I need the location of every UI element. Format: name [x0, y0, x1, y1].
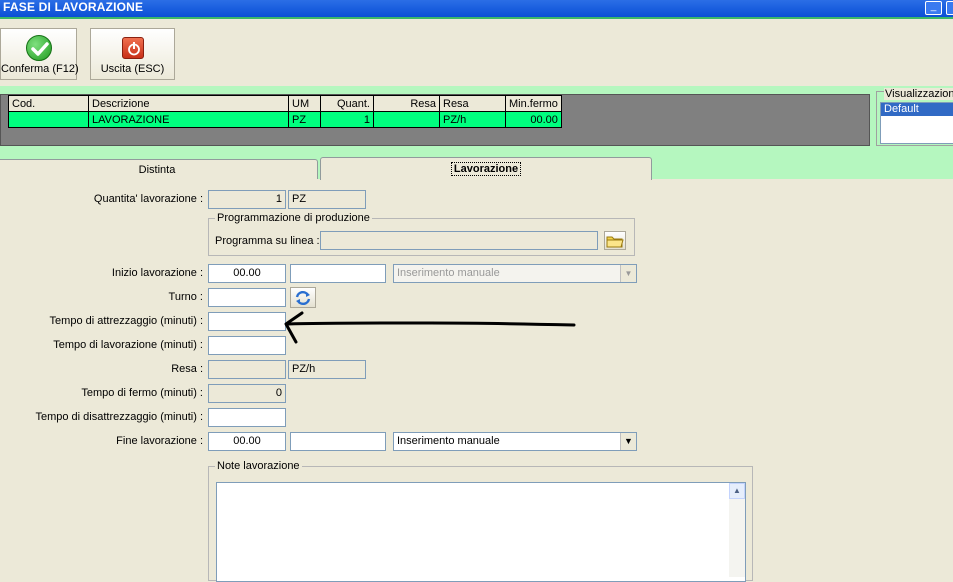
col-min-fermo[interactable]: Min.fermo [505, 95, 562, 112]
confirm-button[interactable]: Conferma (F12) [0, 28, 79, 80]
col-resa-um[interactable]: Resa [439, 95, 506, 112]
lavorazione-input[interactable] [208, 336, 286, 355]
turno-refresh-button[interactable] [290, 287, 316, 308]
arrow-annotation [284, 311, 576, 344]
visualizzazione-selected[interactable]: Default [881, 103, 953, 116]
note-scrollbar[interactable]: ▲ [729, 483, 745, 577]
lavorazione-label: Tempo di lavorazione (minuti) : [53, 339, 203, 351]
turno-label: Turno : [168, 291, 203, 303]
attrezzaggio-input[interactable] [208, 312, 286, 331]
exit-button[interactable]: Uscita (ESC) [90, 28, 175, 80]
quantita-field: 1 [208, 190, 286, 209]
inizio-time-input[interactable]: 00.00 [208, 264, 286, 283]
programma-field [320, 231, 598, 250]
resa-field [208, 360, 286, 379]
fine-date-input[interactable] [290, 432, 386, 451]
col-um[interactable]: UM [288, 95, 321, 112]
disattrezzaggio-input[interactable] [208, 408, 286, 427]
cell-um[interactable]: PZ [288, 111, 321, 128]
programmazione-legend: Programmazione di produzione [215, 212, 372, 224]
col-descrizione[interactable]: Descrizione [88, 95, 289, 112]
note-legend: Note lavorazione [215, 460, 302, 472]
cell-cod[interactable] [8, 111, 89, 128]
chevron-down-icon: ▼ [620, 265, 636, 282]
cell-resa-um[interactable]: PZ/h [439, 111, 506, 128]
quantita-label: Quantita' lavorazione : [93, 193, 203, 205]
cell-min-fermo[interactable]: 00.00 [505, 111, 562, 128]
table-row[interactable]: LAVORAZIONE PZ 1 PZ/h 00.00 [8, 111, 562, 128]
check-icon [25, 35, 52, 61]
col-quant[interactable]: Quant. [320, 95, 374, 112]
inizio-mode-select: Inserimento manuale ▼ [393, 264, 637, 283]
scroll-up-icon[interactable]: ▲ [729, 483, 745, 499]
grid-header: Cod. Descrizione UM Quant. Resa Resa Min… [8, 95, 562, 112]
resa-um-field: PZ/h [288, 360, 366, 379]
power-icon [121, 37, 144, 59]
maximize-button[interactable] [946, 1, 953, 15]
exit-label: Uscita (ESC) [100, 63, 165, 75]
fermo-label: Tempo di fermo (minuti) : [81, 387, 203, 399]
visualizzazione-label: Visualizzazione [884, 88, 953, 100]
window-titlebar: FASE DI LAVORAZIONE [0, 0, 953, 17]
fine-time-input[interactable]: 00.00 [208, 432, 286, 451]
window-title: FASE DI LAVORAZIONE [3, 0, 144, 14]
inizio-mode-value: Inserimento manuale [397, 267, 500, 279]
attrezzaggio-label: Tempo di attrezzaggio (minuti) : [49, 315, 203, 327]
programma-browse-button[interactable] [604, 231, 626, 250]
fine-label: Fine lavorazione : [116, 435, 203, 447]
minimize-button[interactable]: _ [925, 1, 942, 15]
quantita-um-field: PZ [288, 190, 366, 209]
cell-quant[interactable]: 1 [320, 111, 374, 128]
inizio-date-input[interactable] [290, 264, 386, 283]
confirm-label: Conferma (F12) [1, 63, 79, 75]
fermo-field: 0 [208, 384, 286, 403]
tab-lavorazione-label: Lavorazione [450, 162, 522, 176]
inizio-label: Inizio lavorazione : [111, 267, 203, 279]
fine-mode-select[interactable]: Inserimento manuale ▼ [393, 432, 637, 451]
col-cod[interactable]: Cod. [8, 95, 89, 112]
cell-resa[interactable] [373, 111, 440, 128]
turno-input[interactable] [208, 288, 286, 307]
resa-label: Resa : [171, 363, 203, 375]
note-textarea[interactable] [216, 482, 746, 582]
phase-grid: Cod. Descrizione UM Quant. Resa Resa Min… [0, 94, 870, 146]
fine-mode-value: Inserimento manuale [397, 435, 500, 447]
chevron-down-icon: ▼ [620, 433, 636, 450]
disattrezzaggio-label: Tempo di disattrezzaggio (minuti) : [35, 411, 203, 423]
refresh-icon [295, 290, 311, 306]
programma-label: Programma su linea : [215, 235, 320, 247]
col-resa[interactable]: Resa [373, 95, 440, 112]
tab-distinta[interactable]: Distinta [0, 159, 318, 179]
cell-descrizione[interactable]: LAVORAZIONE [88, 111, 289, 128]
folder-icon [606, 236, 624, 248]
tab-lavorazione[interactable]: Lavorazione [320, 157, 652, 180]
